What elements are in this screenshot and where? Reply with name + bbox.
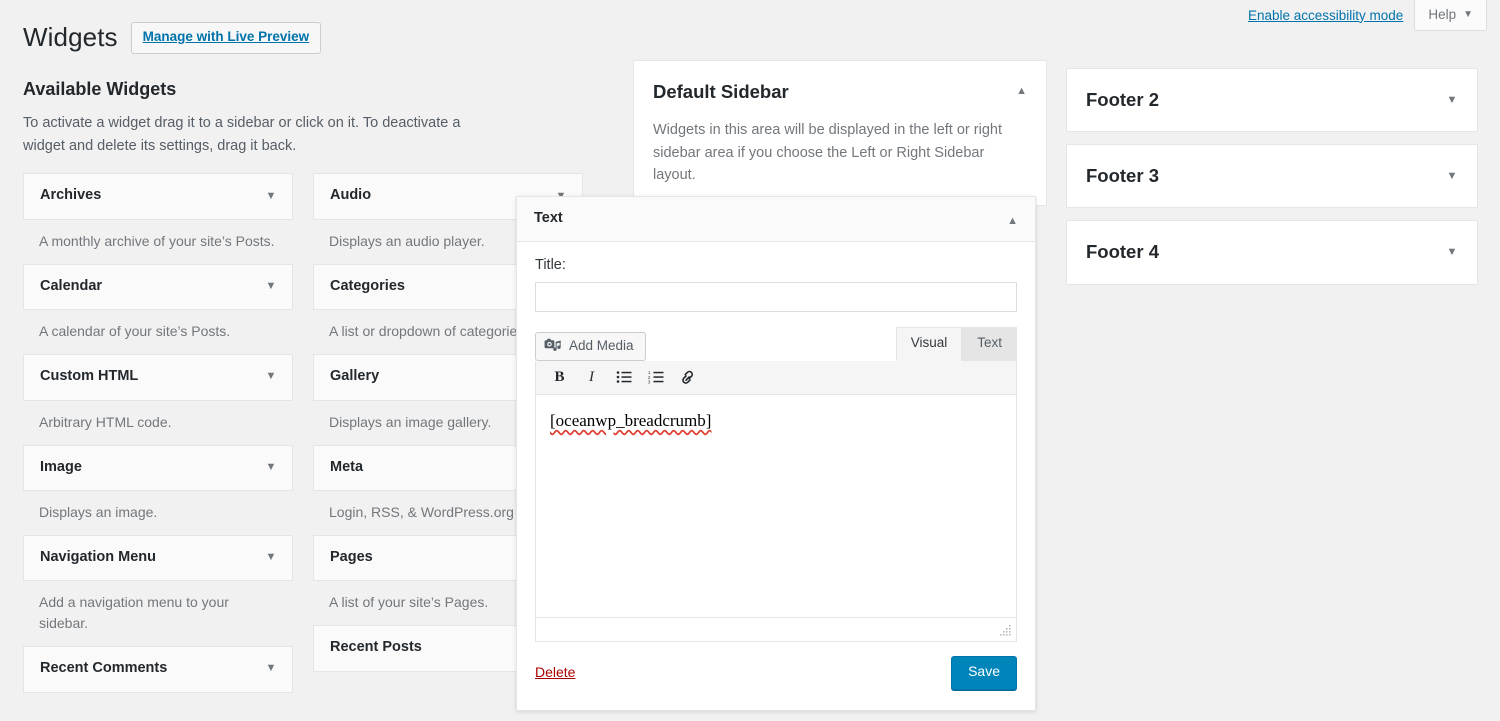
text-widget-header[interactable]: Text ▲ (517, 197, 1035, 242)
resize-handle-icon[interactable] (1000, 625, 1012, 637)
editor-status-bar (536, 617, 1016, 641)
available-widgets-section: Available Widgets To activate a widget d… (23, 78, 583, 716)
available-widgets-column-1: Archives ▼ A monthly archive of your site’… (23, 173, 293, 715)
widget-description: Displays an image. (23, 491, 293, 535)
text-widget-footer: Delete Save (517, 642, 1035, 710)
chevron-down-icon[interactable]: ▼ (265, 663, 277, 674)
add-media-button[interactable]: Add Media (535, 332, 646, 361)
editor-top-row: Add Media Visual Text (535, 327, 1017, 361)
chevron-up-icon[interactable]: ▲ (1007, 211, 1018, 227)
available-widget-archives[interactable]: Archives ▼ (23, 173, 293, 219)
default-sidebar-title: Default Sidebar (653, 81, 789, 103)
svg-text:3: 3 (648, 380, 651, 385)
media-icon (544, 338, 562, 354)
chevron-down-icon[interactable]: ▼ (265, 191, 277, 202)
available-widget-custom-html[interactable]: Custom HTML ▼ (23, 354, 293, 400)
chevron-down-icon[interactable]: ▼ (265, 371, 277, 382)
widget-name: Navigation Menu (40, 549, 156, 566)
widget-name: Categories (330, 278, 405, 295)
chevron-up-icon[interactable]: ▲ (1016, 81, 1027, 97)
sidebar-area-title: Footer 2 (1086, 89, 1159, 111)
editor-toolbar: B I 1 (536, 361, 1016, 395)
bulleted-list-glyph (616, 370, 632, 384)
help-label: Help (1428, 7, 1456, 22)
page-title: Widgets (23, 21, 118, 55)
chevron-down-icon[interactable]: ▼ (1446, 171, 1458, 182)
sidebar-areas-right-column: Footer 2 ▼ Footer 3 ▼ Footer 4 ▼ (1066, 68, 1478, 297)
available-widget-recent-comments[interactable]: Recent Comments ▼ (23, 646, 293, 692)
text-widget-body: Title: Add Media (517, 242, 1035, 642)
widget-name: Pages (330, 549, 373, 566)
widget-name: Image (40, 459, 82, 476)
editor-content-text: [oceanwp_breadcrumb] (550, 411, 711, 430)
widget-description: A monthly archive of your site’s Posts. (23, 220, 293, 264)
text-widget-panel: Text ▲ Title: (516, 196, 1036, 711)
enable-accessibility-mode-link[interactable]: Enable accessibility mode (1248, 9, 1414, 23)
delete-link[interactable]: Delete (535, 663, 575, 683)
available-widgets-description: To activate a widget drag it to a sideba… (23, 112, 503, 157)
chevron-down-icon[interactable]: ▼ (265, 462, 277, 473)
sidebar-area-footer-3[interactable]: Footer 3 ▼ (1066, 144, 1478, 208)
chevron-down-icon[interactable]: ▼ (1446, 247, 1458, 258)
chevron-down-icon[interactable]: ▼ (265, 281, 277, 292)
link-glyph (679, 370, 696, 385)
tab-text[interactable]: Text (962, 327, 1017, 361)
numbered-list-icon[interactable]: 1 2 3 (642, 366, 669, 388)
sidebar-area-footer-4[interactable]: Footer 4 ▼ (1066, 220, 1478, 284)
page-header: Widgets Manage with Live Preview (23, 21, 321, 55)
available-widgets-columns: Archives ▼ A monthly archive of your site’… (23, 173, 583, 715)
widgets-admin-page: Enable accessibility mode Help ▼ Widgets… (0, 0, 1500, 721)
editor-container: B I 1 (535, 361, 1017, 642)
tab-visual[interactable]: Visual (896, 327, 963, 361)
available-widget-calendar[interactable]: Calendar ▼ (23, 264, 293, 310)
bold-icon[interactable]: B (546, 366, 573, 388)
widget-description: Arbitrary HTML code. (23, 401, 293, 445)
widget-name: Calendar (40, 278, 102, 295)
widget-name: Audio (330, 187, 371, 204)
available-widgets-heading: Available Widgets (23, 78, 583, 101)
title-field-label: Title: (535, 256, 1017, 275)
italic-icon[interactable]: I (578, 366, 605, 388)
editor-content-area[interactable]: [oceanwp_breadcrumb] (536, 395, 1016, 617)
widget-name: Custom HTML (40, 368, 138, 385)
available-widget-navigation-menu[interactable]: Navigation Menu ▼ (23, 535, 293, 581)
manage-with-live-preview-button[interactable]: Manage with Live Preview (131, 22, 322, 54)
add-media-label: Add Media (569, 336, 634, 356)
title-input[interactable] (535, 282, 1017, 312)
widget-name: Recent Posts (330, 639, 422, 656)
sidebar-area-title: Footer 4 (1086, 241, 1159, 263)
default-sidebar-header[interactable]: Default Sidebar ▲ (653, 81, 1027, 103)
widget-description: Add a navigation menu to your sidebar. (23, 581, 293, 646)
screen-meta-bar: Enable accessibility mode Help ▼ (1248, 0, 1487, 31)
numbered-list-glyph: 1 2 3 (648, 370, 664, 384)
sidebar-areas-middle-column: Default Sidebar ▲ Widgets in this area w… (633, 60, 1047, 206)
editor-mode-tabs: Visual Text (896, 327, 1017, 361)
link-icon[interactable] (674, 366, 701, 388)
widget-name: Archives (40, 187, 101, 204)
available-widget-image[interactable]: Image ▼ (23, 445, 293, 491)
widget-name: Meta (330, 459, 363, 476)
chevron-down-icon[interactable]: ▼ (265, 552, 277, 563)
widget-description: A calendar of your site’s Posts. (23, 310, 293, 354)
bulleted-list-icon[interactable] (610, 366, 637, 388)
sidebar-area-footer-2[interactable]: Footer 2 ▼ (1066, 68, 1478, 132)
widget-name: Gallery (330, 368, 379, 385)
text-widget-title: Text (534, 210, 563, 227)
chevron-down-icon[interactable]: ▼ (1446, 95, 1458, 106)
widget-name: Recent Comments (40, 660, 167, 677)
help-tab-button[interactable]: Help ▼ (1414, 0, 1487, 31)
chevron-down-icon: ▼ (1463, 10, 1473, 20)
default-sidebar-description: Widgets in this area will be displayed i… (653, 119, 1027, 186)
sidebar-area-title: Footer 3 (1086, 165, 1159, 187)
sidebar-area-default-sidebar[interactable]: Default Sidebar ▲ Widgets in this area w… (633, 60, 1047, 206)
widget-description (23, 693, 293, 716)
save-button[interactable]: Save (951, 656, 1017, 690)
